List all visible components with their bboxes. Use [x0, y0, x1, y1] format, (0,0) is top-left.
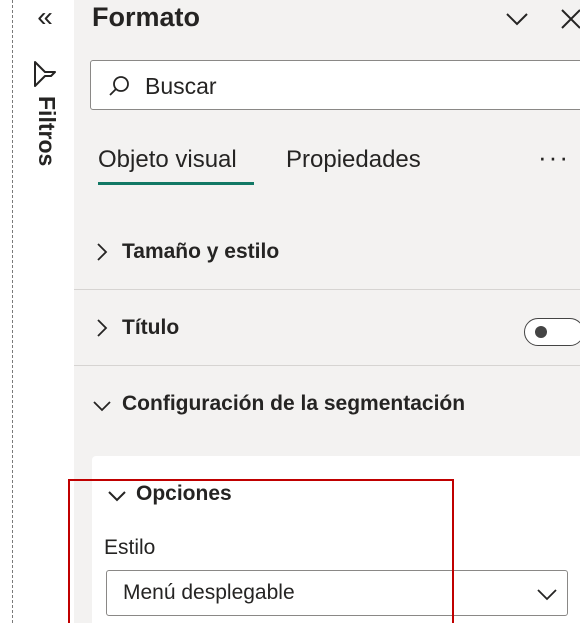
title-toggle[interactable] [524, 318, 580, 346]
active-tab-indicator [98, 182, 254, 185]
pane-divider [12, 0, 13, 623]
section-size-style[interactable]: Tamaño y estilo [74, 214, 580, 290]
tab-visual[interactable]: Objeto visual [98, 146, 237, 174]
options-label[interactable]: Opciones [136, 482, 232, 506]
more-options-icon[interactable]: ··· [538, 144, 578, 170]
section-label: Tamaño y estilo [122, 240, 280, 263]
chevron-down-icon[interactable] [106, 486, 128, 506]
chevron-down-icon [93, 401, 111, 412]
chevron-right-icon [97, 319, 108, 337]
style-dropdown-value: Menú desplegable [123, 581, 295, 604]
chevron-right-icon [97, 243, 108, 261]
section-label: Título [122, 316, 180, 339]
filters-label[interactable]: Filtros [28, 96, 60, 166]
pane-title: Formato [92, 2, 200, 32]
app-root: « Filtros Formato Buscar Objeto visual P… [0, 0, 580, 623]
section-slicer-settings[interactable]: Configuración de la segmentación [74, 366, 580, 442]
format-pane: Formato Buscar Objeto visual Propiedades… [74, 0, 580, 623]
tab-properties[interactable]: Propiedades [286, 146, 421, 174]
toggle-knob [535, 326, 547, 338]
filters-pane-collapsed: « Filtros [0, 0, 74, 623]
chevron-down-icon [537, 589, 557, 601]
double-chevron-left-icon[interactable]: « [30, 2, 60, 32]
options-card: Opciones Estilo Menú desplegable [92, 456, 580, 623]
filter-funnel-icon[interactable] [30, 60, 60, 88]
section-title[interactable]: Título [74, 290, 580, 366]
search-icon [109, 76, 129, 96]
collapse-chevron-down-icon[interactable] [504, 6, 530, 32]
search-placeholder: Buscar [145, 73, 217, 99]
close-icon[interactable] [558, 6, 580, 32]
style-label: Estilo [104, 536, 156, 559]
search-input[interactable]: Buscar [90, 60, 580, 110]
section-label: Configuración de la segmentación [122, 392, 466, 415]
style-dropdown[interactable]: Menú desplegable [106, 570, 568, 616]
